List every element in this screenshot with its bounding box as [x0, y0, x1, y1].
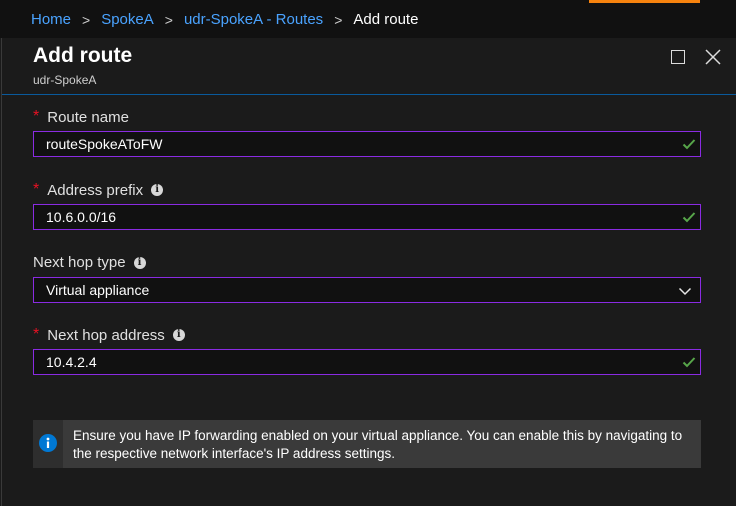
next-hop-type-select[interactable]: Virtual appliance	[33, 277, 701, 303]
close-icon	[705, 49, 721, 65]
top-navigation-bar: Home > SpokeA > udr-SpokeA - Routes > Ad…	[0, 0, 736, 38]
address-prefix-input[interactable]	[34, 205, 676, 229]
info-circle-icon	[39, 434, 57, 452]
address-prefix-field[interactable]	[33, 204, 701, 230]
add-route-blade: Add route udr-SpokeA * Route name * Addr…	[1, 38, 736, 506]
route-name-label: * Route name	[33, 108, 129, 126]
accent-bar	[589, 0, 700, 3]
info-message: Ensure you have IP forwarding enabled on…	[33, 420, 701, 468]
checkmark-icon	[682, 357, 696, 368]
info-message-icon-bar	[33, 420, 63, 468]
breadcrumb-separator: >	[334, 11, 343, 28]
info-message-text: Ensure you have IP forwarding enabled on…	[73, 428, 683, 461]
required-indicator: *	[33, 181, 40, 198]
route-name-label-text: Route name	[47, 108, 129, 126]
maximize-button[interactable]	[667, 46, 689, 68]
info-icon[interactable]: i	[172, 329, 185, 341]
next-hop-type-label-text: Next hop type	[33, 254, 126, 271]
blade-subtitle: udr-SpokeA	[33, 73, 97, 87]
next-hop-address-label: * Next hop address i	[33, 326, 185, 344]
breadcrumb-routes-link[interactable]: udr-SpokeA - Routes	[184, 11, 323, 28]
address-prefix-label-text: Address prefix	[47, 181, 144, 199]
breadcrumb-current: Add route	[353, 11, 419, 28]
chevron-down-icon	[678, 287, 692, 296]
info-icon[interactable]: i	[151, 184, 164, 196]
route-name-field[interactable]	[33, 131, 701, 157]
address-prefix-label: * Address prefix i	[33, 181, 164, 199]
next-hop-address-label-text: Next hop address	[47, 326, 165, 344]
breadcrumb-separator: >	[164, 11, 173, 28]
next-hop-type-value: Virtual appliance	[46, 282, 150, 298]
breadcrumb-separator: >	[82, 11, 91, 28]
breadcrumb-home-link[interactable]: Home	[31, 11, 71, 28]
required-indicator: *	[33, 326, 40, 343]
checkmark-icon	[682, 139, 696, 150]
info-icon[interactable]: i	[133, 256, 146, 269]
blade-title: Add route	[33, 44, 133, 67]
breadcrumb: Home > SpokeA > udr-SpokeA - Routes > Ad…	[31, 11, 418, 28]
blade-header-divider	[2, 94, 736, 95]
next-hop-address-input[interactable]	[34, 350, 676, 374]
close-button[interactable]	[702, 46, 724, 68]
next-hop-type-label: Next hop type i	[33, 254, 146, 271]
maximize-icon	[671, 50, 685, 64]
next-hop-address-field[interactable]	[33, 349, 701, 375]
route-name-input[interactable]	[34, 132, 676, 156]
required-indicator: *	[33, 108, 40, 125]
breadcrumb-spokea-link[interactable]: SpokeA	[101, 11, 154, 28]
checkmark-icon	[682, 212, 696, 223]
